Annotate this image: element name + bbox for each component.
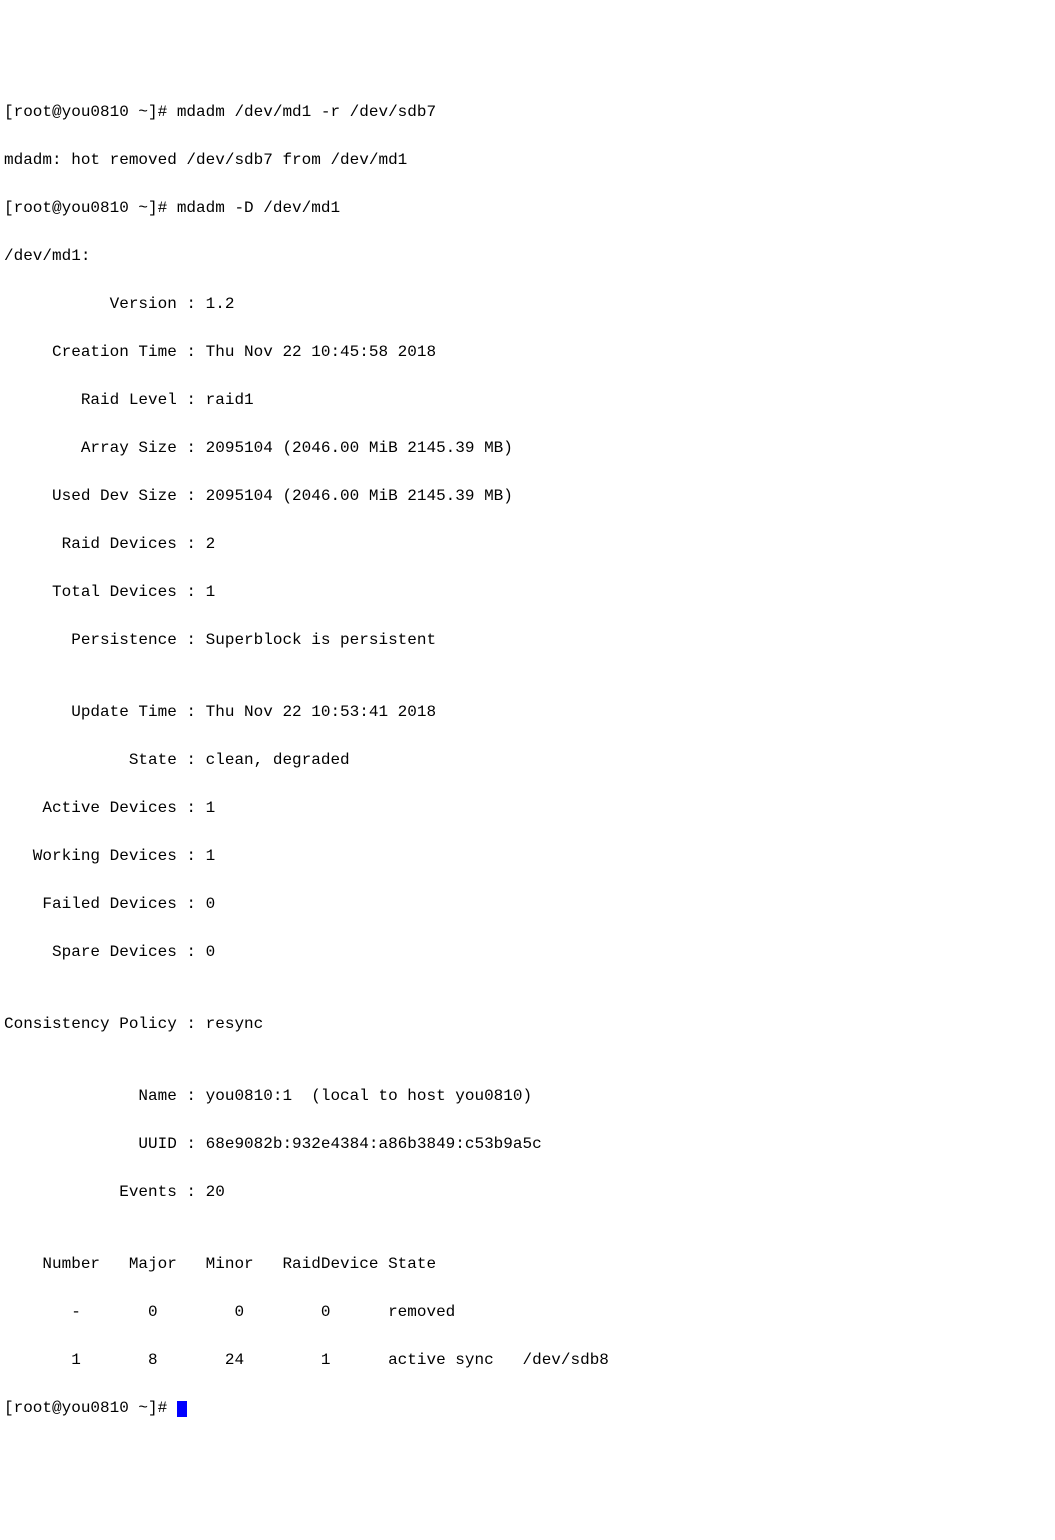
- terminal-line: Spare Devices : 0: [4, 940, 1051, 964]
- terminal-line: Version : 1.2: [4, 292, 1051, 316]
- terminal-line: Raid Level : raid1: [4, 388, 1051, 412]
- terminal-line: Creation Time : Thu Nov 22 10:45:58 2018: [4, 340, 1051, 364]
- terminal-line: [root@you0810 ~]# mdadm -D /dev/md1: [4, 196, 1051, 220]
- terminal-line: Raid Devices : 2: [4, 532, 1051, 556]
- terminal-line: Number Major Minor RaidDevice State: [4, 1252, 1051, 1276]
- terminal-line: 1 8 24 1 active sync /dev/sdb8: [4, 1348, 1051, 1372]
- terminal-line: mdadm: hot removed /dev/sdb7 from /dev/m…: [4, 148, 1051, 172]
- terminal-line: Events : 20: [4, 1180, 1051, 1204]
- terminal-line: /dev/md1:: [4, 244, 1051, 268]
- terminal-prompt[interactable]: [root@you0810 ~]#: [4, 1396, 1051, 1420]
- terminal-line: Used Dev Size : 2095104 (2046.00 MiB 214…: [4, 484, 1051, 508]
- terminal-line: Persistence : Superblock is persistent: [4, 628, 1051, 652]
- terminal-line: Working Devices : 1: [4, 844, 1051, 868]
- prompt-text: [root@you0810 ~]#: [4, 1399, 177, 1417]
- terminal-line: Consistency Policy : resync: [4, 1012, 1051, 1036]
- terminal-line: - 0 0 0 removed: [4, 1300, 1051, 1324]
- terminal-line: State : clean, degraded: [4, 748, 1051, 772]
- terminal-line: Name : you0810:1 (local to host you0810): [4, 1084, 1051, 1108]
- terminal-line: [root@you0810 ~]# mdadm /dev/md1 -r /dev…: [4, 100, 1051, 124]
- terminal-line: Array Size : 2095104 (2046.00 MiB 2145.3…: [4, 436, 1051, 460]
- terminal-line: Active Devices : 1: [4, 796, 1051, 820]
- terminal-line: UUID : 68e9082b:932e4384:a86b3849:c53b9a…: [4, 1132, 1051, 1156]
- terminal-line: Total Devices : 1: [4, 580, 1051, 604]
- terminal-line: Update Time : Thu Nov 22 10:53:41 2018: [4, 700, 1051, 724]
- terminal-line: Failed Devices : 0: [4, 892, 1051, 916]
- cursor-icon: [177, 1401, 187, 1417]
